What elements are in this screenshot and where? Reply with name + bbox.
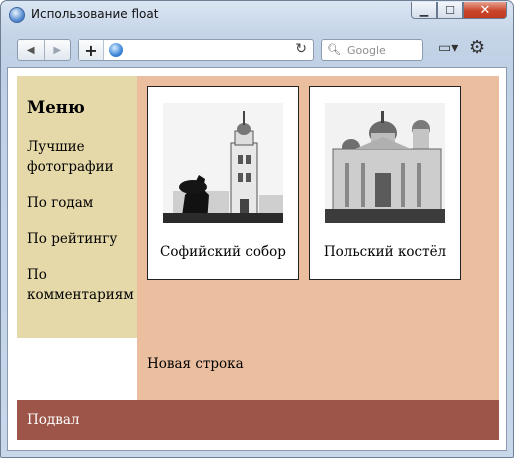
reload-button[interactable]: ↻ xyxy=(295,41,307,57)
forward-button[interactable]: ▶ xyxy=(43,40,71,60)
sidebar-item-by-comments[interactable]: По комментариям xyxy=(27,265,134,305)
tools-menu-button[interactable]: ⚙ xyxy=(469,37,485,58)
photo-card: Софийский собор xyxy=(147,86,299,280)
maximize-button[interactable]: ☐ xyxy=(437,2,463,19)
photo-polish-church xyxy=(325,103,445,223)
card-caption: Софийский собор xyxy=(160,244,286,260)
add-bookmark-button[interactable]: + xyxy=(79,40,104,60)
sidebar-menu: Меню Лучшие фотографии По годам По рейти… xyxy=(17,76,137,338)
menu-heading: Меню xyxy=(27,98,85,117)
minimize-button[interactable]: ▁ xyxy=(411,2,437,19)
close-icon: ✕ xyxy=(479,2,491,18)
gear-icon: ⚙ xyxy=(469,37,486,58)
browser-toolbar: ◀ ▶ + ↻ 🔍︎ ▭▾ ⚙ xyxy=(1,31,513,71)
sidebar-item-by-rating[interactable]: По рейтингу xyxy=(27,229,129,249)
card-caption: Польский костёл xyxy=(323,244,447,260)
page-viewport: Меню Лучшие фотографии По годам По рейти… xyxy=(7,67,507,451)
sidebar-item-best-photos[interactable]: Лучшие фотографии xyxy=(27,137,129,177)
title-bar: Использование float ▁ ☐ ✕ xyxy=(1,1,513,27)
sidebar-item-by-year[interactable]: По годам xyxy=(27,193,129,213)
browser-window: Использование float ▁ ☐ ✕ ◀ ▶ + ↻ 🔍︎ Goo… xyxy=(0,0,514,458)
footer: Подвал xyxy=(17,400,499,440)
footer-text: Подвал xyxy=(27,412,80,428)
search-input[interactable] xyxy=(347,42,417,58)
minimize-icon: ▁ xyxy=(419,3,429,17)
page-menu-icon: ▭▾ xyxy=(438,40,459,56)
address-bar[interactable]: + ↻ xyxy=(78,39,314,61)
maximize-icon: ☐ xyxy=(445,3,455,17)
photo-sofia-cathedral xyxy=(163,103,283,224)
new-line-text: Новая строка xyxy=(147,356,244,372)
window-controls: ▁ ☐ ✕ xyxy=(411,2,507,21)
globe-icon xyxy=(109,43,123,57)
search-box[interactable]: 🔍︎ xyxy=(321,39,423,61)
arrow-left-icon: ◀ xyxy=(26,44,35,56)
back-button[interactable]: ◀ xyxy=(18,40,44,60)
browser-logo-icon xyxy=(9,7,25,23)
main-content: Софийский собор Польский костёл Новая ст… xyxy=(137,76,499,400)
search-icon: 🔍︎ xyxy=(327,43,341,56)
navigation-buttons: ◀ ▶ xyxy=(17,39,71,61)
page-menu-button[interactable]: ▭▾ xyxy=(438,40,458,56)
reload-icon: ↻ xyxy=(295,41,307,57)
window-title: Использование float xyxy=(31,7,159,21)
plus-icon: + xyxy=(84,40,98,60)
arrow-right-icon: ▶ xyxy=(53,44,62,56)
photo-card: Польский костёл xyxy=(309,86,461,280)
close-button[interactable]: ✕ xyxy=(463,2,507,19)
